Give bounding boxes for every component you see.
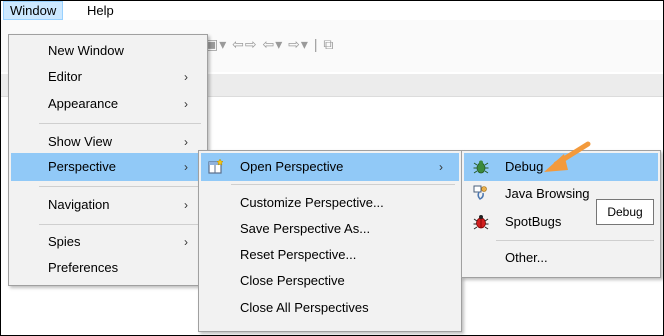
tooltip: Debug [596,199,654,225]
submenu-arrow-icon: › [439,160,443,174]
menu-item-label: Editor [48,69,82,84]
submenu-arrow-icon: › [184,135,188,149]
menu-item-close-perspective[interactable]: Close Perspective [201,267,459,295]
submenu-arrow-icon: › [184,70,188,84]
back-dropdown-icon[interactable]: ▾ [275,36,283,52]
menu-item-label: Spies [48,234,81,249]
menu-item-perspective[interactable]: Perspective › [11,153,205,181]
menu-separator [231,184,455,185]
menu-item-label: Appearance [48,96,119,111]
open-perspective-toolbar-icon[interactable]: ⧉ [323,36,334,52]
menu-item-label: Close Perspective [240,273,345,288]
menu-item-editor[interactable]: Editor › [11,63,205,91]
menu-item-open-perspective[interactable]: Open Perspective › [201,153,459,181]
java-browsing-icon [473,185,487,200]
menu-item-label: New Window [48,43,124,58]
menu-item-label: Show View [48,134,113,149]
menu-item-appearance[interactable]: Appearance › [11,90,205,118]
menu-item-label: Navigation [48,197,110,212]
open-perspective-icon [208,158,224,174]
menu-item-save-perspective-as[interactable]: Save Perspective As... [201,215,459,243]
menu-item-label: SpotBugs [505,214,562,229]
menu-item-show-view[interactable]: Show View › [11,128,205,156]
debug-bug-icon [473,160,489,174]
menu-help-label: Help [87,3,114,18]
menu-separator [39,186,201,187]
annotation-arrow-icon [544,141,591,172]
menu-window[interactable]: Window [3,1,64,20]
back-edit-icon[interactable]: ⇦ [232,36,245,52]
menu-item-label: Java Browsing [505,186,590,201]
menu-item-label: Reset Perspective... [240,247,357,262]
menu-item-label: Close All Perspectives [240,300,369,315]
menu-item-other[interactable]: Other... [464,244,658,272]
menu-item-label: Save Perspective As... [240,221,371,236]
menu-item-label: Customize Perspective... [240,195,384,210]
menu-item-label: Preferences [48,260,119,275]
back-icon[interactable]: ⇦ [263,36,276,52]
menu-item-customize-perspective[interactable]: Customize Perspective... [201,189,459,217]
perspective-submenu: Open Perspective › Customize Perspective… [198,150,462,332]
menu-item-reset-perspective[interactable]: Reset Perspective... [201,241,459,269]
menu-window-label: Window [10,3,57,18]
forward-edit-icon[interactable]: ⇨ [245,36,258,52]
submenu-arrow-icon: › [184,160,188,174]
menu-item-navigation[interactable]: Navigation › [11,191,205,219]
menu-separator [39,224,201,225]
submenu-arrow-icon: › [184,235,188,249]
menu-item-spies[interactable]: Spies › [11,228,205,256]
submenu-arrow-icon: › [184,97,188,111]
dropdown-icon[interactable]: ▾ [219,36,227,52]
forward-icon[interactable]: ⇨ [288,36,301,52]
menu-separator [496,240,654,241]
menu-bar: Window Help [1,1,663,21]
menu-item-new-window[interactable]: New Window [11,37,205,65]
menu-item-label: Open Perspective [240,159,344,174]
menu-separator [39,123,201,124]
submenu-arrow-icon: › [184,198,188,212]
spotbugs-icon [473,215,489,230]
window-menu: New Window Editor › Appearance › Show Vi… [8,34,208,286]
menu-item-preferences[interactable]: Preferences [11,254,205,282]
menu-item-label: Perspective [48,159,116,174]
menu-item-label: Other... [505,250,548,265]
navigation-toolbar-icons[interactable]: ▣▾ ⇦⇨ ⇦▾ ⇨▾ | ⧉ [205,36,334,53]
menu-item-close-all-perspectives[interactable]: Close All Perspectives [201,294,459,322]
menu-help[interactable]: Help [81,1,120,20]
toolbar-separator: | [313,36,319,52]
forward-dropdown-icon[interactable]: ▾ [301,36,309,52]
